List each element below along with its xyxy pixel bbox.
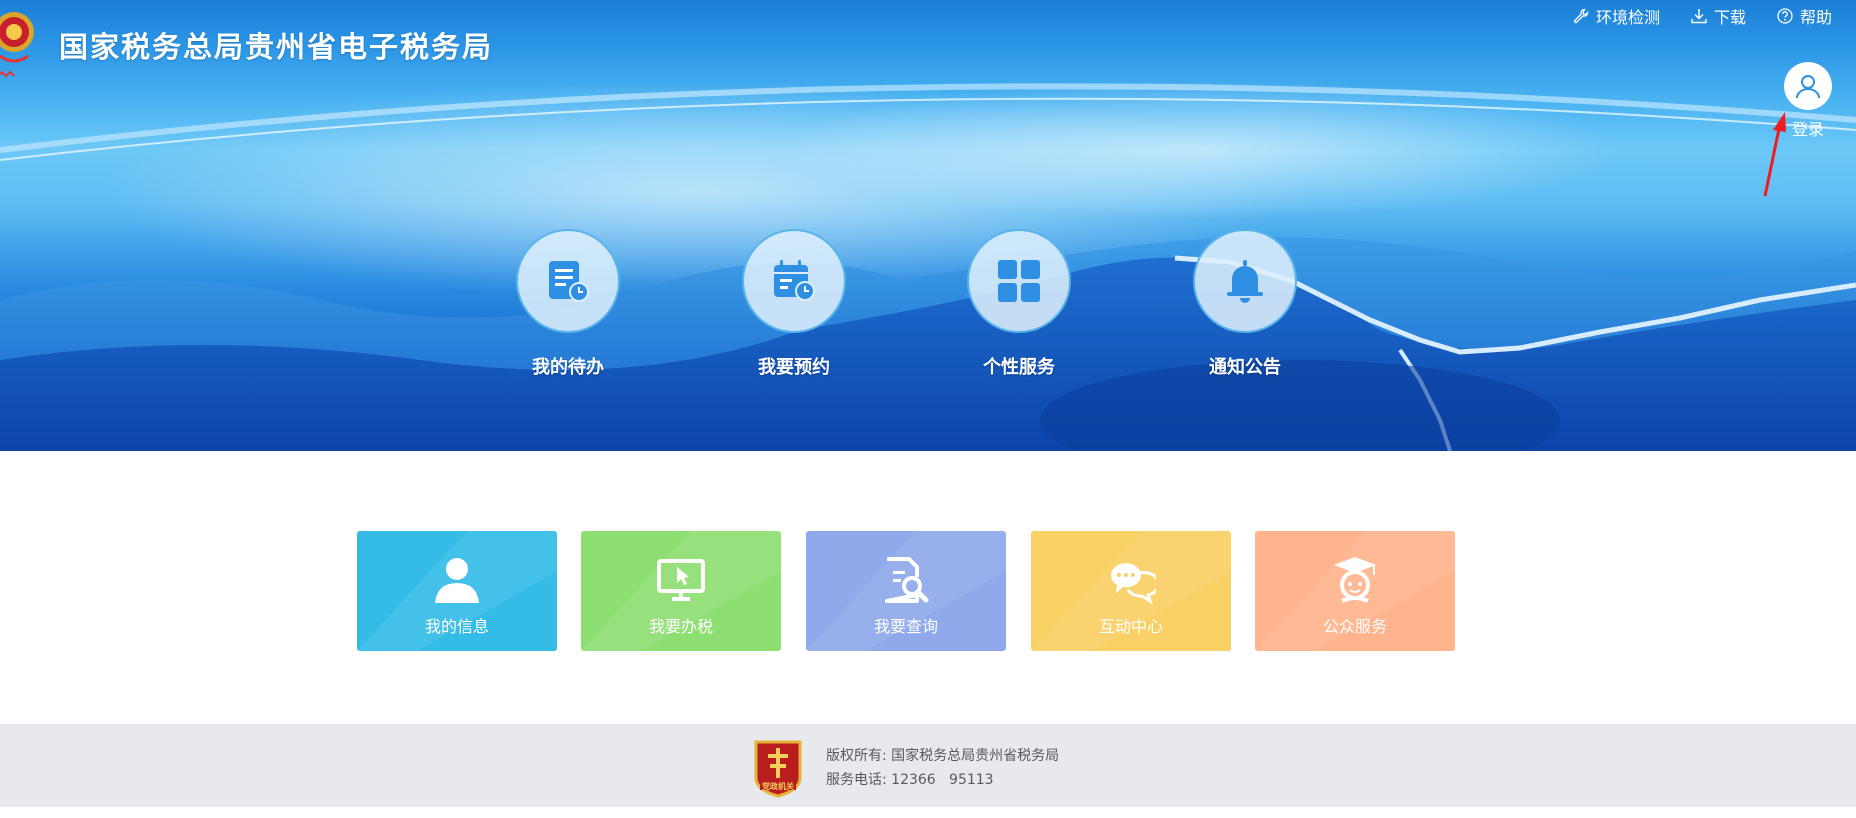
quick-personal-service-circle — [967, 229, 1071, 333]
bell-icon — [1227, 260, 1263, 303]
login-label: 登录 — [1791, 120, 1824, 139]
top-navigation: 环境检测 下载 帮助 — [1572, 4, 1832, 28]
monitor-cursor-icon — [657, 559, 705, 601]
nav-help[interactable]: 帮助 — [1776, 4, 1832, 28]
quick-my-todo-label: 我的待办 — [532, 357, 604, 378]
quick-personal-service[interactable]: 个性服务 — [966, 229, 1072, 379]
wrench-icon — [1573, 8, 1589, 24]
nav-download[interactable]: 下载 — [1690, 4, 1746, 28]
login-button[interactable]: 登录 — [1783, 62, 1833, 140]
user-icon — [1796, 75, 1820, 99]
grid-icon — [998, 260, 1040, 302]
quick-my-todo-circle — [516, 229, 620, 333]
bottom-strip — [0, 807, 1856, 818]
quick-notices[interactable]: 通知公告 — [1192, 229, 1298, 379]
footer-text: 版权所有: 国家税务总局贵州省税务局 服务电话: 12366 95113 — [826, 744, 1059, 792]
site-title: 国家税务总局贵州省电子税务局 — [59, 30, 494, 64]
nav-download-label: 下载 — [1713, 8, 1746, 27]
calendar-clock-icon — [774, 260, 815, 301]
national-tax-emblem-icon — [0, 12, 34, 78]
tile-handle-tax[interactable]: 我要办税 — [581, 531, 781, 651]
tile-handle-tax-label: 我要办税 — [648, 617, 713, 636]
document-search-icon — [885, 557, 929, 603]
quick-personal-service-label: 个性服务 — [983, 357, 1055, 378]
tile-interaction-center[interactable]: 互动中心 — [1031, 531, 1231, 651]
graduate-icon — [1334, 557, 1376, 603]
tile-my-info-label: 我的信息 — [424, 617, 489, 636]
quick-appointment[interactable]: 我要预约 — [741, 229, 847, 379]
footer-phone: 服务电话: 12366 95113 — [826, 772, 994, 788]
function-tiles: 我的信息 我要办税 我要查询 互动中心 公众服务 — [357, 531, 1457, 651]
quick-my-todo[interactable]: 我的待办 — [515, 229, 621, 379]
nav-environment-check-label: 环境检测 — [1595, 8, 1660, 27]
tile-my-info[interactable]: 我的信息 — [357, 531, 557, 651]
login-avatar — [1784, 62, 1832, 110]
chat-bubbles-icon — [1110, 563, 1156, 605]
badge-text: 党政机关 — [762, 781, 794, 791]
download-icon — [1691, 9, 1707, 24]
quick-notices-circle — [1193, 229, 1297, 333]
annotation-arrow-icon — [1763, 112, 1786, 197]
footer: 党政机关 版权所有: 国家税务总局贵州省税务局 服务电话: 12366 9511… — [0, 724, 1856, 807]
quick-appointment-circle — [742, 229, 846, 333]
nav-environment-check[interactable]: 环境检测 — [1572, 4, 1660, 28]
person-icon — [435, 558, 479, 603]
tile-public-service[interactable]: 公众服务 — [1255, 531, 1455, 651]
tile-public-service-label: 公众服务 — [1322, 617, 1387, 636]
banner-landscape-background — [0, 80, 1856, 451]
todo-list-icon — [549, 261, 589, 302]
help-icon — [1777, 8, 1793, 24]
hero-banner: 国家税务总局贵州省电子税务局 环境检测 下载 帮助 登录 我的待办 我要预约 个… — [0, 0, 1856, 451]
quick-appointment-label: 我要预约 — [758, 357, 830, 378]
footer-copyright: 版权所有: 国家税务总局贵州省税务局 — [826, 748, 1060, 764]
quick-notices-label: 通知公告 — [1209, 357, 1281, 378]
nav-help-label: 帮助 — [1799, 8, 1832, 27]
tile-interaction-center-label: 互动中心 — [1098, 617, 1163, 636]
government-badge-icon: 党政机关 — [754, 740, 802, 798]
tile-query[interactable]: 我要查询 — [806, 531, 1006, 651]
tile-query-label: 我要查询 — [873, 617, 938, 636]
